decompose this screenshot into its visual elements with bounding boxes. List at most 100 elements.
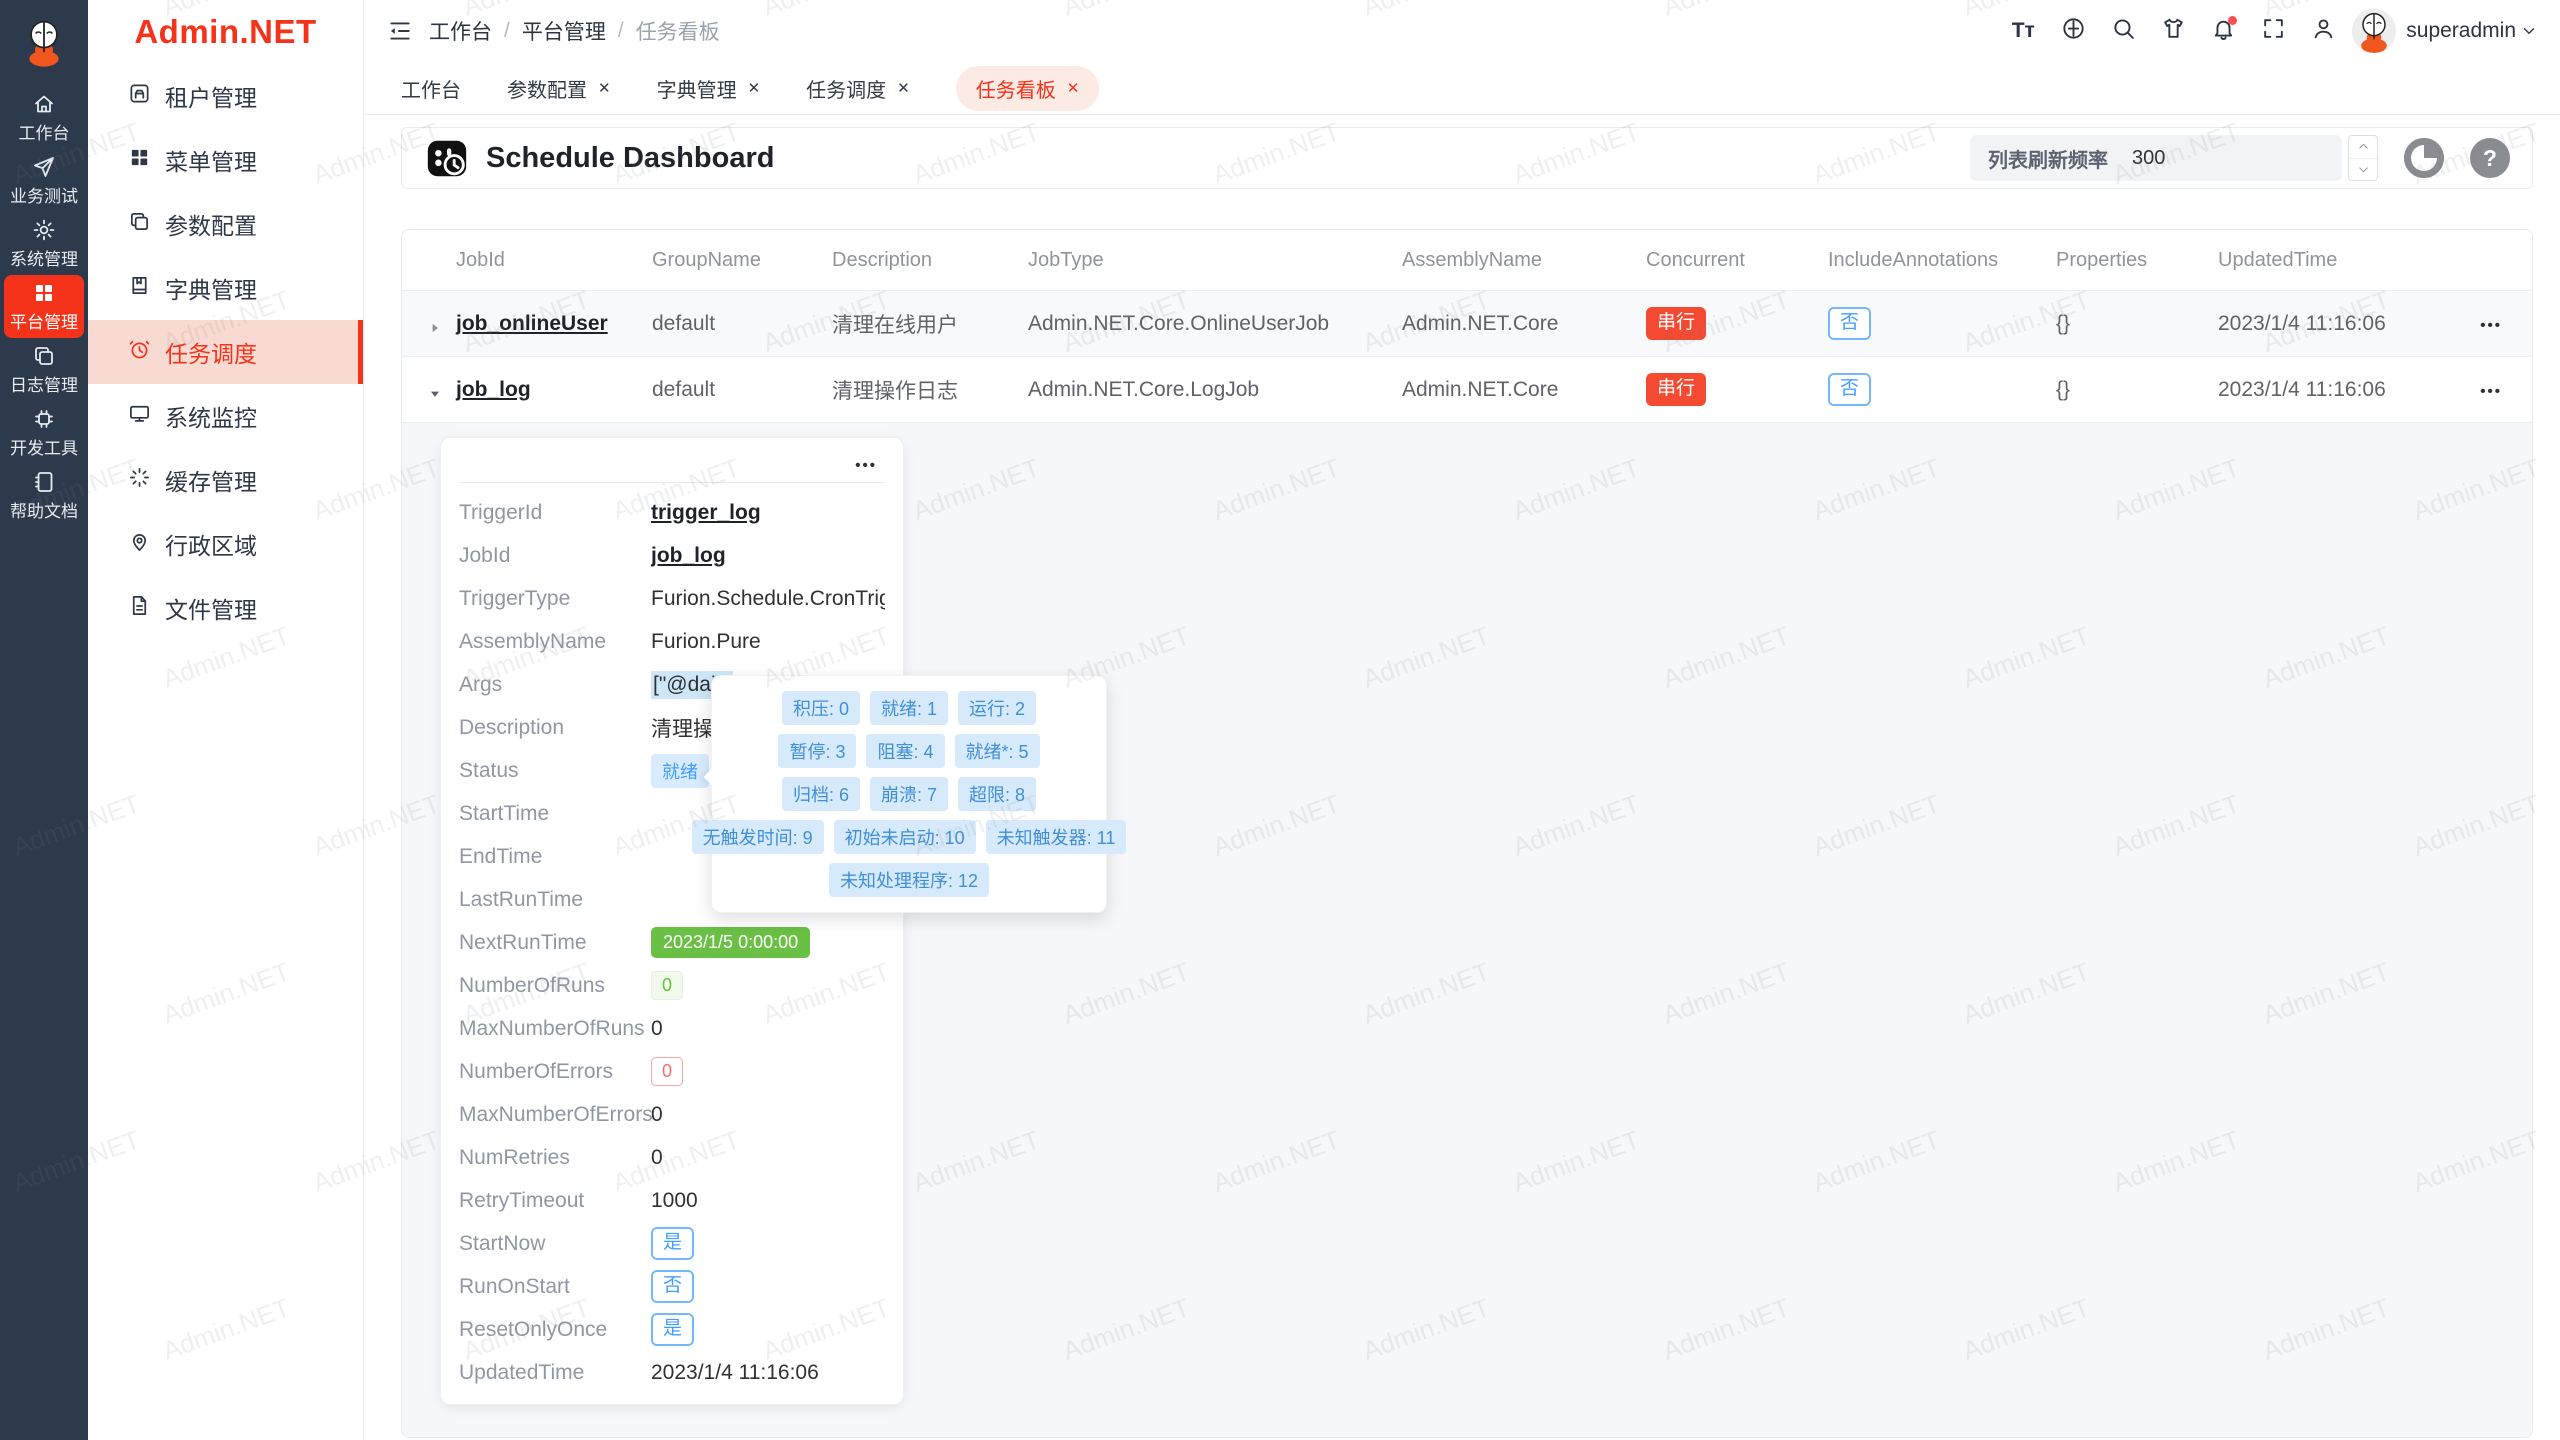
tooltip-badge-row: 无触发时间: 9初始未启动: 10未知触发器: 11 — [692, 820, 1127, 854]
updatedtime-cell: 2023/1/4 11:16:06 — [2218, 378, 2438, 402]
icon-rail: 工作台业务测试系统管理平台管理日志管理开发工具帮助文档 — [0, 0, 88, 1440]
column-header-updatedtime: UpdatedTime — [2218, 249, 2438, 272]
detail-field-label: LastRunTime — [459, 888, 651, 912]
sidebar-item-tenant[interactable]: 租户管理 — [88, 64, 363, 128]
detail-field-label: Args — [459, 673, 651, 697]
detail-field-value: 0 — [651, 1017, 663, 1041]
font-size-button[interactable]: Tт — [2002, 10, 2044, 52]
sidebar-item-region[interactable]: 行政区域 — [88, 512, 363, 576]
rail-item-log-admin[interactable]: 日志管理 — [0, 338, 88, 401]
tab-schedule[interactable]: 任务调度✕ — [806, 74, 910, 103]
detail-value-text: Furion.Schedule.CronTrigger — [651, 587, 885, 611]
detail-value-link[interactable]: trigger_log — [651, 501, 761, 525]
close-icon[interactable]: ✕ — [598, 79, 611, 97]
tab-config[interactable]: 参数配置✕ — [507, 74, 611, 103]
row-more-button[interactable]: ••• — [2480, 317, 2502, 334]
jobid-cell: job_log — [402, 378, 652, 402]
language-button[interactable] — [2052, 10, 2094, 52]
breadcrumb-item[interactable]: 工作台 — [429, 16, 492, 46]
detail-field-label: ResetOnlyOnce — [459, 1318, 651, 1342]
status-tag[interactable]: 就绪 — [651, 754, 709, 788]
dictionary-icon — [128, 274, 151, 303]
rail-item-system-admin[interactable]: 系统管理 — [0, 212, 88, 275]
detail-field-label: StartTime — [459, 802, 651, 826]
breadcrumb-item[interactable]: 平台管理 — [522, 16, 606, 46]
detail-field-label: NumberOfRuns — [459, 974, 651, 998]
sidebar-item-label: 参数配置 — [165, 207, 257, 241]
theme-button[interactable] — [2152, 10, 2194, 52]
status-legend-tooltip: 积压: 0就绪: 1运行: 2暂停: 3阻塞: 4就绪*: 5归档: 6崩溃: … — [711, 675, 1107, 913]
detail-value-link[interactable]: job_log — [651, 544, 726, 568]
detail-field-label: Description — [459, 716, 651, 740]
rail-item-help-docs[interactable]: 帮助文档 — [0, 464, 88, 527]
menu-fold-icon[interactable] — [387, 18, 413, 44]
tab-dictionary[interactable]: 字典管理✕ — [657, 74, 761, 103]
menu-grid-icon — [128, 146, 151, 175]
detail-field-value: 0 — [651, 971, 683, 1000]
tooltip-badge-row: 归档: 6崩溃: 7超限: 8 — [782, 777, 1036, 811]
detail-field-startnow: StartNow是 — [459, 1222, 885, 1265]
document-icon — [128, 594, 151, 623]
tab-workbench[interactable]: 工作台 — [401, 74, 461, 103]
breadcrumb: 工作台 / 平台管理 / 任务看板 — [429, 16, 720, 46]
trigger-detail-card: ••• TriggerIdtrigger_logJobIdjob_logTrig… — [440, 437, 904, 1405]
sidebar-item-cache[interactable]: 缓存管理 — [88, 448, 363, 512]
job-stats-clock-button[interactable] — [2404, 138, 2444, 178]
sidebar-item-monitor[interactable]: 系统监控 — [88, 384, 363, 448]
rail-item-platform-admin[interactable]: 平台管理 — [4, 275, 84, 338]
tab-label: 任务看板 — [976, 74, 1056, 103]
tenant-icon — [128, 82, 151, 111]
navbar-tools: Tт — [2002, 10, 2344, 52]
profile-button[interactable] — [2302, 10, 2344, 52]
question-mark-icon: ? — [2483, 145, 2497, 172]
rail-item-business-test[interactable]: 业务测试 — [0, 149, 88, 212]
close-icon[interactable]: ✕ — [748, 79, 761, 97]
detail-more-button[interactable]: ••• — [855, 457, 877, 474]
search-button[interactable] — [2102, 10, 2144, 52]
stepper-up-icon[interactable] — [2349, 136, 2377, 159]
sidebar-item-menu[interactable]: 菜单管理 — [88, 128, 363, 192]
row-actions-cell: ••• — [2438, 312, 2532, 336]
detail-field-value: 是 — [651, 1227, 694, 1260]
username[interactable]: superadmin — [2406, 19, 2516, 43]
assemblyname-cell: Admin.NET.Core — [1402, 378, 1646, 402]
rail-item-label: 工作台 — [19, 119, 70, 144]
concurrent-cell: 串行 — [1646, 307, 1828, 340]
job-id-link[interactable]: job_onlineUser — [456, 312, 608, 336]
avatar[interactable] — [2352, 9, 2396, 53]
sidebar-item-config[interactable]: 参数配置 — [88, 192, 363, 256]
app-logo[interactable] — [0, 0, 88, 86]
notebook-icon — [32, 470, 56, 494]
fullscreen-button[interactable] — [2252, 10, 2294, 52]
language-icon — [2061, 16, 2086, 46]
sidebar-item-schedule[interactable]: 任务调度 — [88, 320, 363, 384]
column-header-assemblyname: AssemblyName — [1402, 249, 1646, 272]
help-button[interactable]: ? — [2470, 138, 2510, 178]
chevron-down-icon[interactable] — [2520, 22, 2538, 40]
rail-item-workbench[interactable]: 工作台 — [0, 86, 88, 149]
sidebar-item-file[interactable]: 文件管理 — [88, 576, 363, 640]
app-root: 工作台业务测试系统管理平台管理日志管理开发工具帮助文档 Admin.NET 租户… — [0, 0, 2560, 1440]
refresh-frequency-input[interactable]: 列表刷新频率 300 — [1970, 135, 2342, 181]
sidebar-item-label: 菜单管理 — [165, 143, 257, 177]
status-legend-badge: 积压: 0 — [782, 691, 860, 725]
close-icon[interactable]: ✕ — [897, 79, 910, 97]
row-more-button[interactable]: ••• — [2480, 383, 2502, 400]
rail-item-dev-tools[interactable]: 开发工具 — [0, 401, 88, 464]
status-legend-badge: 就绪: 1 — [870, 691, 948, 725]
tab-schedule-board[interactable]: 任务看板 ✕ — [956, 66, 1100, 111]
stepper-down-icon[interactable] — [2349, 159, 2377, 181]
main-area: 工作台 / 平台管理 / 任务看板 Tт superadmin — [365, 0, 2560, 1440]
sidebar-item-label: 系统监控 — [165, 399, 257, 433]
status-legend-badge: 归档: 6 — [782, 777, 860, 811]
detail-field-numberoferrors: NumberOfErrors0 — [459, 1050, 885, 1093]
sidebar-item-dictionary[interactable]: 字典管理 — [88, 256, 363, 320]
column-header-jobtype: JobType — [1028, 249, 1402, 272]
notification-button[interactable] — [2202, 10, 2244, 52]
detail-field-label: Status — [459, 759, 651, 783]
close-icon[interactable]: ✕ — [1067, 79, 1080, 97]
job-id-link[interactable]: job_log — [456, 378, 531, 402]
include-annotations-tag: 否 — [1828, 307, 1871, 340]
tooltip-badge-row: 未知处理程序: 12 — [829, 863, 989, 897]
detail-field-label: TriggerType — [459, 587, 651, 611]
